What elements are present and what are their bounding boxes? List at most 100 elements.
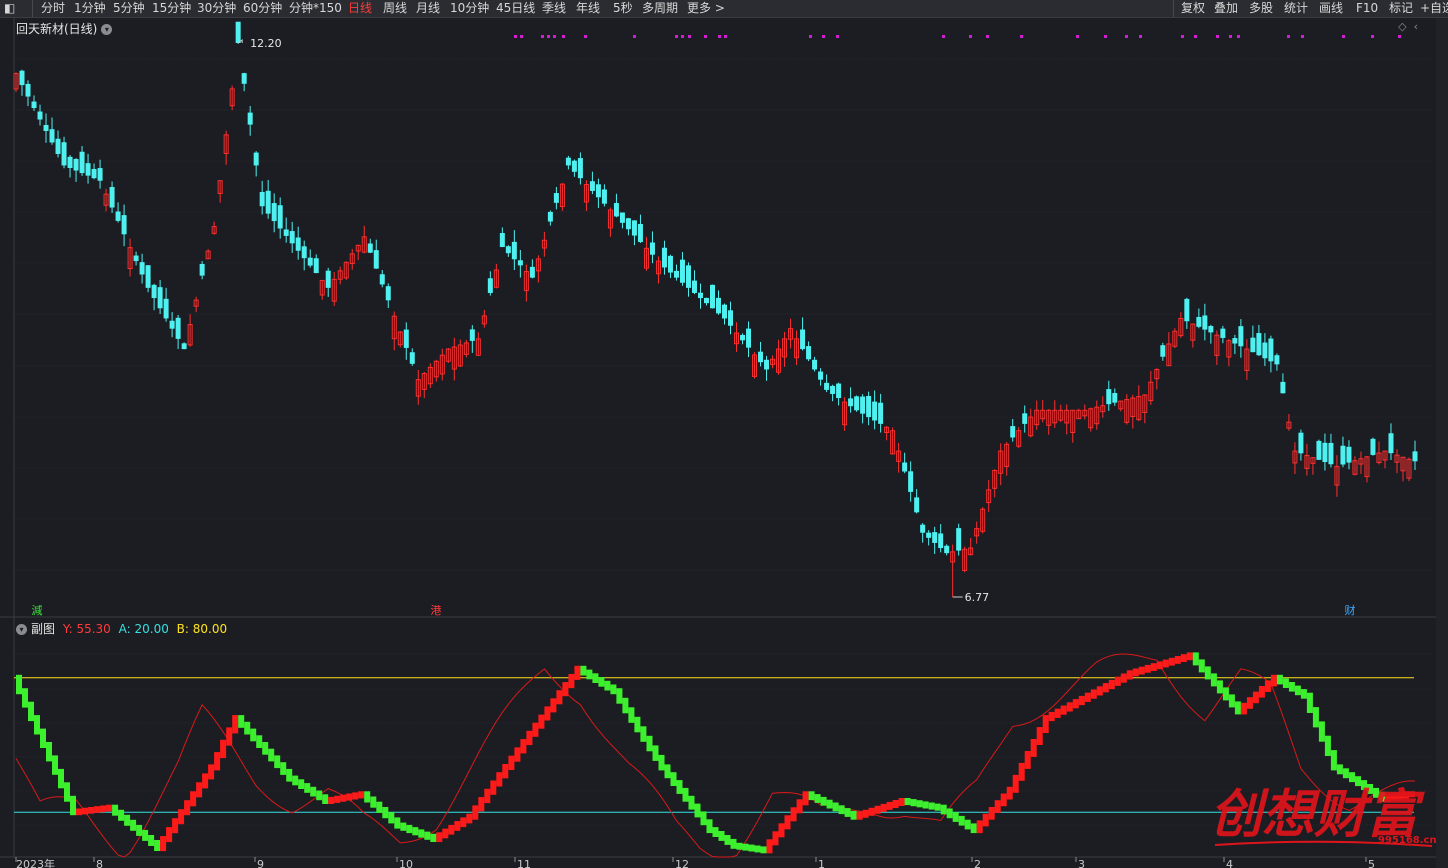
candle-body bbox=[1328, 442, 1334, 465]
signal-dot bbox=[584, 35, 587, 38]
candle-body bbox=[716, 297, 722, 314]
indicator-step-segment bbox=[628, 707, 635, 723]
signal-dot bbox=[704, 35, 707, 38]
candle-body bbox=[271, 203, 277, 222]
candle-body bbox=[157, 287, 163, 309]
indicator-step-segment bbox=[682, 787, 689, 802]
candle-body bbox=[938, 533, 944, 549]
signal-dot bbox=[675, 35, 678, 38]
candle-body bbox=[926, 532, 932, 538]
candle-body bbox=[145, 265, 151, 288]
indicator-step-segment bbox=[976, 820, 983, 834]
candle-body bbox=[1370, 438, 1376, 455]
indicator-step-segment bbox=[250, 728, 257, 742]
chevron-down-icon[interactable]: ▾ bbox=[16, 624, 27, 635]
indicator-step-segment bbox=[58, 768, 65, 789]
indicator-step-segment bbox=[922, 801, 929, 809]
indicator-step-segment bbox=[274, 755, 281, 769]
indicator-step-segment bbox=[1084, 692, 1091, 702]
signal-dot bbox=[1104, 35, 1107, 38]
indicator-step-segment bbox=[1306, 692, 1313, 713]
candle-body bbox=[409, 352, 415, 364]
sub-panel-title: ▾ 副图 Y: 55.30 A: 20.00 B: 80.00 bbox=[16, 620, 227, 637]
indicator-step-segment bbox=[802, 791, 809, 806]
indicator-step-segment bbox=[736, 842, 743, 850]
indicator-step-segment bbox=[124, 814, 131, 826]
candle-body bbox=[79, 151, 85, 174]
indicator-step-segment bbox=[88, 807, 95, 814]
indicator-step-segment bbox=[796, 799, 803, 814]
diamond-icon[interactable]: ◇ bbox=[1398, 20, 1406, 33]
badge-finance[interactable]: 财 bbox=[1343, 604, 1357, 618]
indicator-a-value: A: 20.00 bbox=[118, 622, 169, 636]
candle-body bbox=[697, 292, 703, 299]
signal-dot bbox=[1020, 35, 1023, 38]
candle-body bbox=[325, 270, 331, 288]
indicator-step-segment bbox=[886, 801, 893, 810]
indicator-step-segment bbox=[298, 779, 305, 789]
candle-body bbox=[1160, 345, 1166, 357]
candle-body bbox=[403, 329, 409, 348]
signal-dot bbox=[1237, 35, 1240, 38]
indicator-step-segment bbox=[1282, 678, 1289, 688]
candle-body bbox=[517, 260, 523, 266]
indicator-step-segment bbox=[658, 754, 665, 771]
indicator-step-segment bbox=[46, 742, 53, 762]
indicator-step-segment bbox=[1156, 661, 1163, 670]
candle-body bbox=[169, 320, 175, 329]
signal-dot bbox=[1301, 35, 1304, 38]
chevron-left-icon[interactable]: ‹ bbox=[1414, 20, 1418, 33]
candle-body bbox=[373, 250, 379, 269]
indicator-step-segment bbox=[982, 813, 989, 827]
candle-body bbox=[703, 297, 709, 304]
indicator-step-segment bbox=[148, 835, 155, 846]
signal-dot bbox=[1342, 35, 1345, 38]
signal-dot bbox=[1139, 35, 1142, 38]
indicator-step-segment bbox=[1204, 666, 1211, 680]
indicator-step-segment bbox=[328, 796, 335, 804]
indicator-step-segment bbox=[694, 803, 701, 818]
indicator-step-segment bbox=[394, 817, 401, 829]
candle-body bbox=[1010, 426, 1016, 438]
indicator-step-segment bbox=[1018, 762, 1025, 781]
indicator-step-segment bbox=[916, 800, 923, 808]
indicator-step-segment bbox=[1072, 699, 1079, 709]
indicator-step-segment bbox=[430, 833, 437, 842]
indicator-step-segment bbox=[874, 805, 881, 814]
indicator-step-segment bbox=[460, 817, 467, 828]
x-axis-label: 3 bbox=[1078, 858, 1085, 868]
indicator-step-segment bbox=[1270, 674, 1277, 687]
candle-body bbox=[301, 246, 307, 259]
indicator-step-segment bbox=[670, 772, 677, 786]
candle-body bbox=[1412, 451, 1418, 462]
indicator-step-segment bbox=[454, 821, 461, 831]
indicator-step-segment bbox=[406, 824, 413, 834]
badge-hk[interactable]: 港 bbox=[429, 604, 443, 618]
indicator-b-value: B: 80.00 bbox=[176, 622, 228, 636]
chart-corner-icons: ◇ ‹ bbox=[1398, 20, 1418, 33]
indicator-step-segment bbox=[550, 698, 557, 713]
kline-chart[interactable]: 12.206.77 2023年 8 9 10 11 12 1 2 3 4 5 创想财富995168.… bbox=[0, 0, 1448, 868]
signal-dot bbox=[724, 35, 727, 38]
candle-body bbox=[91, 168, 97, 179]
indicator-step-segment bbox=[112, 804, 119, 816]
candle-body bbox=[1238, 326, 1244, 347]
candle-body bbox=[685, 265, 691, 288]
indicator-step-segment bbox=[508, 755, 515, 770]
signal-dot bbox=[553, 35, 556, 38]
indicator-step-segment bbox=[304, 783, 311, 793]
candle-body bbox=[812, 359, 818, 370]
chevron-down-icon[interactable]: ▾ bbox=[101, 24, 113, 35]
candle-body bbox=[619, 212, 625, 223]
candle-body bbox=[1298, 432, 1304, 454]
indicator-step-segment bbox=[562, 682, 569, 697]
x-axis-label: 10 bbox=[399, 858, 413, 868]
x-axis-label: 1 bbox=[818, 858, 825, 868]
candle-body bbox=[55, 138, 61, 154]
indicator-step-segment bbox=[814, 794, 821, 803]
signal-dot bbox=[822, 35, 825, 38]
indicator-step-segment bbox=[520, 739, 527, 754]
badge-reduce[interactable]: 減 bbox=[30, 604, 44, 618]
indicator-step-segment bbox=[70, 795, 77, 816]
signal-dot bbox=[520, 35, 523, 38]
